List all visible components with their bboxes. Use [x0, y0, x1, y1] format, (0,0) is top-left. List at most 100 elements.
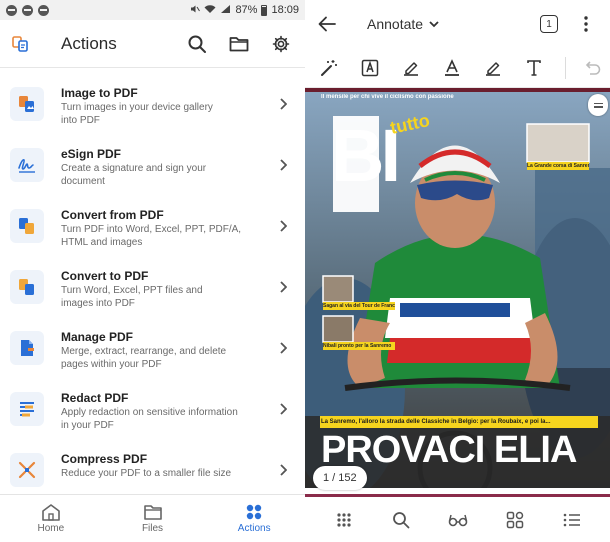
- cover-headline: PROVACI ELIA: [321, 429, 577, 471]
- more-options-button[interactable]: [572, 10, 600, 38]
- nav-home-label: Home: [37, 523, 65, 534]
- text-color-icon: [444, 58, 459, 76]
- magic-wand-tool[interactable]: [313, 53, 344, 83]
- thumbnails-button[interactable]: [330, 506, 358, 534]
- chevron-right-icon: [280, 342, 287, 354]
- action-description: Turn PDF into Word, Excel, PPT, PDF/A,: [61, 224, 242, 235]
- clock: 18:09: [271, 4, 299, 16]
- left-caption-1: Sagan al via del Tour de France: [323, 303, 395, 309]
- action-description: Merge, extract, rearrange, and delete: [61, 346, 227, 357]
- back-button[interactable]: [313, 10, 341, 38]
- page-edge: [305, 494, 610, 497]
- masthead: BI: [331, 114, 401, 197]
- action-title: Compress PDF: [61, 452, 148, 466]
- action-manage-pdf[interactable]: Manage PDF Merge, extract, rearrange, an…: [0, 312, 305, 373]
- more-vertical-icon: [584, 16, 588, 32]
- highlighter-tool[interactable]: [395, 53, 426, 83]
- action-description: pages within your PDF: [61, 359, 162, 370]
- action-description: Create a signature and sign your: [61, 163, 207, 174]
- pen-icon: [485, 61, 500, 76]
- chevron-right-icon: [280, 98, 287, 110]
- wifi-icon: [204, 4, 216, 17]
- page-counter: 1 / 152: [313, 466, 367, 490]
- action-description: Apply redaction on sensitive information: [61, 407, 238, 418]
- action-title: Redact PDF: [61, 391, 129, 405]
- mode-dropdown[interactable]: Annotate: [367, 16, 439, 32]
- viewer-search-button[interactable]: [387, 506, 415, 534]
- toolbar-divider: [565, 56, 566, 79]
- notification-icon: [6, 4, 17, 16]
- chevron-right-icon: [280, 281, 287, 293]
- grid-icon: [336, 513, 351, 527]
- text-box-tool[interactable]: [354, 53, 385, 83]
- action-description: document: [61, 176, 105, 187]
- chevron-right-icon: [280, 464, 287, 476]
- annotation-toolbar: [305, 48, 610, 88]
- action-title: eSign PDF: [61, 147, 122, 161]
- redact-icon: [10, 392, 44, 426]
- undo-icon: [585, 60, 600, 75]
- settings-button[interactable]: [267, 30, 295, 58]
- action-title: Manage PDF: [61, 330, 134, 344]
- pen-tool[interactable]: [477, 53, 508, 83]
- undo-button[interactable]: [576, 53, 607, 83]
- chevron-right-icon: [280, 220, 287, 232]
- outline-button[interactable]: [558, 506, 586, 534]
- nav-actions[interactable]: Actions: [203, 495, 305, 542]
- action-title: Convert from PDF: [61, 208, 164, 222]
- folder-icon: [143, 505, 162, 520]
- open-folder-button[interactable]: [225, 30, 253, 58]
- viewer-bottom-bar: [305, 498, 610, 542]
- nav-actions-label: Actions: [237, 523, 271, 534]
- text-color-tool[interactable]: [436, 53, 467, 83]
- esign-icon: [10, 148, 44, 182]
- actions-list: Image to PDF Turn images in your device …: [0, 68, 305, 494]
- action-description: Reduce your PDF to a smaller file size: [61, 468, 232, 479]
- app-bar: Actions: [0, 20, 305, 68]
- action-title: Image to PDF: [61, 86, 138, 100]
- search-button[interactable]: [183, 30, 211, 58]
- arrow-left-icon: [318, 16, 336, 32]
- convert-to-pdf-icon: [10, 270, 44, 304]
- reading-mode-button[interactable]: [444, 506, 472, 534]
- page-scroll-handle[interactable]: [588, 94, 608, 116]
- action-description: into PDF: [61, 115, 100, 126]
- nav-files[interactable]: Files: [102, 495, 204, 542]
- action-description: Turn Word, Excel, PPT files and: [61, 285, 203, 296]
- action-esign-pdf[interactable]: eSign PDF Create a signature and sign yo…: [0, 129, 305, 190]
- bottom-navigation: Home Files Actions: [0, 494, 305, 542]
- gear-icon: [272, 35, 290, 52]
- signal-icon: [220, 4, 231, 17]
- screen: 87% 18:09 Actions Image to PDF Turn imag…: [0, 0, 610, 542]
- battery-icon: [261, 4, 268, 16]
- nav-home[interactable]: Home: [0, 495, 102, 542]
- action-image-to-pdf[interactable]: Image to PDF Turn images in your device …: [0, 68, 305, 129]
- image-to-pdf-icon: [10, 87, 44, 121]
- tools-button[interactable]: [501, 506, 529, 534]
- action-redact-pdf[interactable]: Redact PDF Apply redaction on sensitive …: [0, 373, 305, 434]
- highlighter-icon: [403, 61, 418, 76]
- action-description: Turn images in your device gallery: [61, 102, 213, 113]
- tools-grid-icon: [506, 511, 523, 529]
- action-description: images into PDF: [61, 298, 135, 309]
- notification-icon: [38, 4, 49, 16]
- action-title: Convert to PDF: [61, 269, 149, 283]
- mute-icon: [190, 4, 201, 17]
- action-compress-pdf[interactable]: Compress PDF Reduce your PDF to a smalle…: [0, 434, 305, 494]
- chevron-down-icon: [429, 20, 439, 27]
- viewer-toolbar: Annotate 1: [305, 0, 610, 48]
- page-view-button[interactable]: 1: [540, 15, 558, 33]
- text-tool[interactable]: [518, 53, 549, 83]
- action-convert-to-pdf[interactable]: Convert to PDF Turn Word, Excel, PPT fil…: [0, 251, 305, 312]
- actions-grid-icon: [246, 504, 262, 520]
- notification-icon: [22, 4, 33, 16]
- chevron-right-icon: [280, 159, 287, 171]
- pdf-page[interactable]: BI tutto Il mensile per chi vive il cicl…: [305, 88, 610, 488]
- pdf-viewer-pane: Annotate 1 BI tutto Il mensile per chi v…: [305, 0, 610, 542]
- text-icon: [526, 59, 541, 76]
- nav-files-label: Files: [141, 523, 164, 534]
- action-description: HTML and images: [61, 237, 143, 248]
- action-convert-from-pdf[interactable]: Convert from PDF Turn PDF into Word, Exc…: [0, 190, 305, 251]
- glasses-icon: [448, 514, 467, 527]
- left-caption-2: Nibali pronto per la Sanremo: [323, 343, 392, 349]
